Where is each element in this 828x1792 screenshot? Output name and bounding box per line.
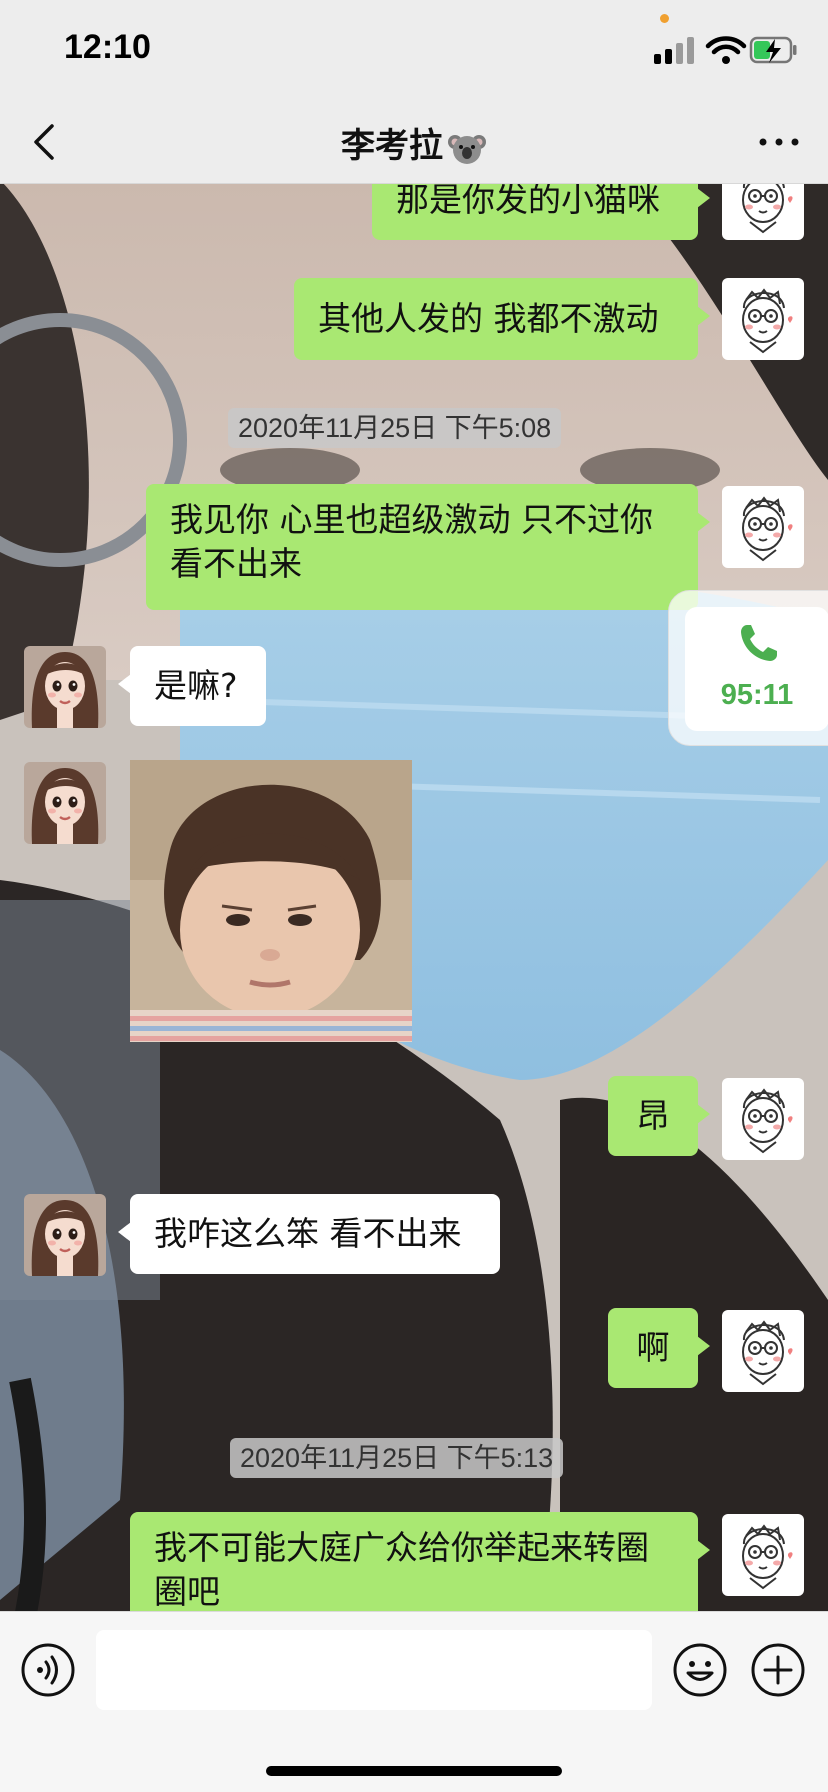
my-avatar[interactable] xyxy=(722,278,804,360)
my-avatar[interactable] xyxy=(722,1078,804,1160)
voice-button[interactable] xyxy=(20,1642,76,1698)
koala-icon xyxy=(448,134,486,164)
message-text: 其他人发的 我都不激动 xyxy=(318,299,659,338)
chat-header: 李考拉 xyxy=(0,100,828,184)
message-text-line: 我不可能大庭广众给你举起来转圈 xyxy=(154,1528,649,1567)
contact-avatar[interactable] xyxy=(24,762,106,844)
my-avatar[interactable] xyxy=(722,486,804,568)
voice-icon xyxy=(21,1643,75,1697)
wifi-icon xyxy=(705,36,747,64)
message-bubble[interactable]: 昂 xyxy=(608,1076,710,1156)
toddler-sticker[interactable] xyxy=(130,760,412,1042)
plus-icon xyxy=(751,1643,805,1697)
my-avatar[interactable] xyxy=(722,1310,804,1392)
message-bubble[interactable]: 那是你发的小猫咪 xyxy=(372,184,710,240)
message-bubble[interactable]: 其他人发的 我都不激动 xyxy=(294,278,710,360)
more-actions-button[interactable] xyxy=(750,1642,806,1698)
more-icon xyxy=(759,138,799,146)
message-text-line: 我见你 心里也超级激动 只不过你 xyxy=(170,500,653,539)
chat-title[interactable]: 李考拉 xyxy=(0,118,828,168)
home-indicator[interactable] xyxy=(266,1766,562,1776)
message-text-line: 看不出来 xyxy=(170,544,302,583)
input-bar xyxy=(0,1611,828,1792)
message-bubble[interactable]: 我不可能大庭广众给你举起来转圈 圈吧 xyxy=(130,1512,710,1611)
message-text: 那是你发的小猫咪 xyxy=(396,184,660,219)
message-input[interactable] xyxy=(96,1630,652,1710)
message-timestamp: 2020年11月25日 下午5:08 xyxy=(228,408,562,448)
signal-icon xyxy=(654,37,694,64)
message-timestamp: 2020年11月25日 下午5:13 xyxy=(230,1438,564,1478)
message-text: 我咋这么笨 看不出来 xyxy=(154,1214,462,1253)
message-list[interactable]: 那是你发的小猫咪 其他人发的 我都不激动 2020年11月25日 下午5:08 … xyxy=(0,184,828,1611)
message-text: 啊 xyxy=(636,1328,670,1367)
battery-charging-icon xyxy=(749,36,797,64)
more-options-button[interactable] xyxy=(754,120,804,164)
message-text-line: 圈吧 xyxy=(154,1572,220,1611)
message-bubble[interactable]: 是嘛? xyxy=(118,646,266,726)
message-bubble[interactable]: 啊 xyxy=(608,1308,710,1388)
ongoing-call-widget[interactable]: 95:11 xyxy=(668,590,828,746)
contact-avatar[interactable] xyxy=(24,646,106,728)
emoji-icon xyxy=(673,1643,727,1697)
status-icons xyxy=(654,36,797,64)
message-bubble[interactable]: 我见你 心里也超级激动 只不过你 看不出来 xyxy=(146,484,710,610)
phone-icon xyxy=(741,625,777,661)
message-text: 昂 xyxy=(636,1096,670,1135)
call-card[interactable]: 95:11 xyxy=(685,607,828,731)
status-time: 12:10 xyxy=(64,28,151,66)
my-avatar[interactable] xyxy=(722,184,804,240)
contact-avatar[interactable] xyxy=(24,1194,106,1276)
message-bubble[interactable]: 我咋这么笨 看不出来 xyxy=(118,1194,500,1274)
status-bar: 12:10 xyxy=(0,0,828,100)
message-text: 是嘛? xyxy=(154,666,238,705)
call-duration: 95:11 xyxy=(720,679,794,711)
contact-name: 李考拉 xyxy=(341,126,443,166)
emoji-button[interactable] xyxy=(672,1642,728,1698)
privacy-indicator-dot xyxy=(660,14,669,23)
my-avatar[interactable] xyxy=(722,1514,804,1596)
